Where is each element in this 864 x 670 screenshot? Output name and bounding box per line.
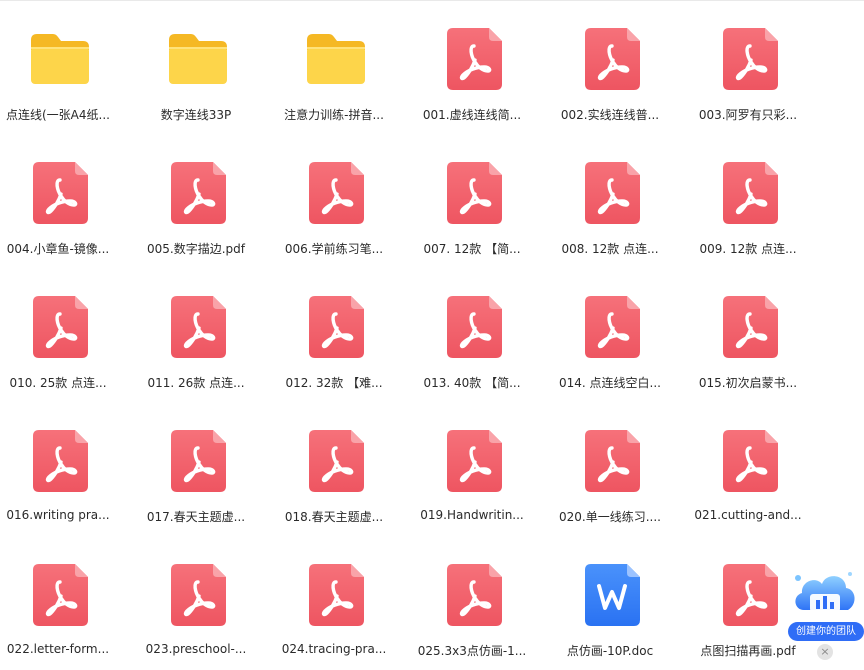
file-name-label: 002.实线连线普... (560, 108, 660, 122)
pdf-file-icon (444, 162, 504, 224)
file-item[interactable]: 021.cutting-and... (679, 402, 817, 536)
file-item[interactable]: 020.单一线练习.... (541, 402, 679, 536)
file-name-label: 注意力训练-拼音... (284, 108, 384, 122)
folder-icon (306, 28, 366, 90)
file-item[interactable]: 019.Handwritin... (403, 402, 541, 536)
pdf-file-icon (720, 296, 780, 358)
file-item[interactable]: 005.数字描边.pdf (127, 134, 265, 268)
pdf-file-icon (582, 430, 642, 492)
file-name-label: 010. 25款 点连... (9, 376, 107, 390)
pdf-file-icon (444, 28, 504, 90)
file-name-label: 003.阿罗有只彩... (698, 108, 798, 122)
pdf-file-icon (720, 28, 780, 90)
file-name-label: 017.春天主题虚... (146, 510, 246, 524)
file-item[interactable]: 017.春天主题虚... (127, 402, 265, 536)
create-team-badge[interactable]: 创建你的团队 × (788, 564, 864, 660)
file-grid: 点连线(一张A4纸... 数字连线33P 注意力训练-拼音... 001.虚线连… (0, 0, 817, 670)
file-name-label: 011. 26款 点连... (147, 376, 245, 390)
pdf-file-icon (582, 162, 642, 224)
pdf-file-icon (444, 564, 504, 626)
pdf-file-icon (168, 162, 228, 224)
file-name-label: 006.学前练习笔... (284, 242, 384, 256)
file-item[interactable]: 024.tracing-pra... (265, 536, 403, 670)
folder-icon (168, 28, 228, 90)
file-name-label: 016.writing pra... (6, 508, 110, 522)
file-name-label: 015.初次启蒙书... (698, 376, 798, 390)
file-name-label: 009. 12款 点连... (699, 242, 797, 256)
file-name-label: 020.单一线练习.... (559, 510, 661, 524)
pdf-file-icon (444, 296, 504, 358)
file-item[interactable]: 003.阿罗有只彩... (679, 0, 817, 134)
file-item[interactable]: 点仿画-10P.doc (541, 536, 679, 670)
file-name-label: 点仿画-10P.doc (566, 644, 654, 658)
file-item[interactable]: 010. 25款 点连... (0, 268, 127, 402)
pdf-file-icon (720, 564, 780, 626)
cloud-team-icon (790, 564, 860, 622)
folder-item[interactable]: 注意力训练-拼音... (265, 0, 403, 134)
file-name-label: 019.Handwritin... (420, 508, 524, 522)
pdf-file-icon (720, 430, 780, 492)
file-item[interactable]: 013. 40款 【简... (403, 268, 541, 402)
file-name-label: 013. 40款 【简... (423, 376, 521, 390)
pdf-file-icon (168, 564, 228, 626)
file-name-label: 007. 12款 【简... (423, 242, 521, 256)
pdf-file-icon (306, 162, 366, 224)
folder-icon (30, 28, 90, 90)
file-name-label: 点连线(一张A4纸... (6, 108, 110, 122)
folder-item[interactable]: 点连线(一张A4纸... (0, 0, 127, 134)
file-item[interactable]: 006.学前练习笔... (265, 134, 403, 268)
pdf-file-icon (306, 296, 366, 358)
file-item[interactable]: 025.3x3点仿画-1... (403, 536, 541, 670)
pdf-file-icon (30, 296, 90, 358)
file-name-label: 025.3x3点仿画-1... (417, 644, 527, 658)
file-name-label: 008. 12款 点连... (561, 242, 659, 256)
file-item[interactable]: 018.春天主题虚... (265, 402, 403, 536)
file-name-label: 005.数字描边.pdf (147, 242, 245, 256)
pdf-file-icon (582, 28, 642, 90)
pdf-file-icon (30, 430, 90, 492)
create-team-label: 创建你的团队 (788, 622, 864, 641)
file-item[interactable]: 011. 26款 点连... (127, 268, 265, 402)
file-name-label: 022.letter-form... (6, 642, 110, 656)
pdf-file-icon (168, 296, 228, 358)
file-item[interactable]: 001.虚线连线简... (403, 0, 541, 134)
pdf-file-icon (582, 296, 642, 358)
pdf-file-icon (306, 430, 366, 492)
close-icon[interactable]: × (817, 644, 833, 660)
file-name-label: 023.preschool-... (145, 642, 247, 656)
pdf-file-icon (168, 430, 228, 492)
file-item[interactable]: 015.初次启蒙书... (679, 268, 817, 402)
file-name-label: 018.春天主题虚... (284, 510, 384, 524)
file-name-label: 001.虚线连线简... (422, 108, 522, 122)
file-name-label: 004.小章鱼-镜像... (6, 242, 110, 256)
file-item[interactable]: 008. 12款 点连... (541, 134, 679, 268)
file-name-label: 024.tracing-pra... (281, 642, 387, 656)
file-item[interactable]: 009. 12款 点连... (679, 134, 817, 268)
pdf-file-icon (30, 162, 90, 224)
file-item[interactable]: 023.preschool-... (127, 536, 265, 670)
file-item[interactable]: 022.letter-form... (0, 536, 127, 670)
file-name-label: 014. 点连线空白... (559, 376, 661, 390)
pdf-file-icon (720, 162, 780, 224)
pdf-file-icon (306, 564, 366, 626)
file-item[interactable]: 007. 12款 【简... (403, 134, 541, 268)
file-item[interactable]: 014. 点连线空白... (541, 268, 679, 402)
folder-item[interactable]: 数字连线33P (127, 0, 265, 134)
word-doc-icon (582, 564, 642, 626)
file-item[interactable]: 016.writing pra... (0, 402, 127, 536)
file-item[interactable]: 004.小章鱼-镜像... (0, 134, 127, 268)
file-item[interactable]: 002.实线连线普... (541, 0, 679, 134)
file-item[interactable]: 012. 32款 【难... (265, 268, 403, 402)
pdf-file-icon (30, 564, 90, 626)
file-name-label: 数字连线33P (160, 108, 232, 122)
file-name-label: 021.cutting-and... (694, 508, 802, 522)
pdf-file-icon (444, 430, 504, 492)
file-name-label: 012. 32款 【难... (285, 376, 383, 390)
